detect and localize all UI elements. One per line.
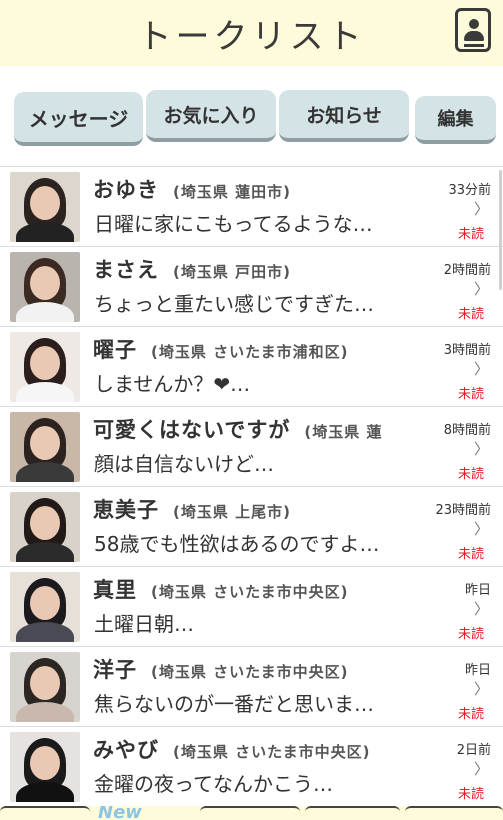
timestamp: 3時間前	[443, 343, 491, 358]
message-preview: 土曜日朝…	[94, 612, 194, 636]
contact-location: (埼玉県 上尾市)	[173, 503, 291, 521]
tab-bar: メッセージ お気に入り お知らせ 編集	[0, 66, 503, 166]
page-title: トークリスト	[137, 16, 366, 57]
unread-badge: 未読	[457, 467, 484, 482]
message-preview: 金曜の夜ってなんかこう…	[94, 772, 333, 796]
contact-name: まさえ (埼玉県 戸田市)	[93, 258, 291, 282]
message-preview: 日曜に家にこもってるような…	[94, 212, 373, 236]
header: トークリスト	[0, 0, 503, 66]
timestamp: 8時間前	[443, 423, 491, 438]
contact-name: みやび (埼玉県 さいたま市中央区)	[93, 738, 371, 762]
contact-name: 可愛くはないですが (埼玉県 蓮	[93, 418, 383, 442]
chevron-right-icon: 〉	[473, 360, 489, 378]
chevron-right-icon: 〉	[473, 680, 489, 698]
unread-badge: 未読	[457, 547, 484, 562]
nav-item-home[interactable]	[0, 806, 90, 820]
avatar	[10, 492, 80, 562]
conversation-list[interactable]: おゆき (埼玉県 蓮田市) 日曜に家にこもってるような… 33分前 〉 未読 まさ…	[0, 166, 503, 806]
chevron-right-icon: 〉	[473, 760, 489, 778]
contact-location: (埼玉県 戸田市)	[173, 263, 291, 281]
timestamp: 2日前	[456, 743, 491, 758]
nav-new-label[interactable]: New	[98, 806, 142, 820]
avatar	[10, 652, 80, 722]
contact-name: 洋子 (埼玉県 さいたま市中央区)	[93, 658, 349, 682]
contact-location: (埼玉県 蓮田市)	[173, 183, 291, 201]
timestamp: 昨日	[464, 583, 491, 598]
list-item[interactable]: おゆき (埼玉県 蓮田市) 日曜に家にこもってるような… 33分前 〉 未読	[0, 167, 503, 247]
contact-name: おゆき (埼玉県 蓮田市)	[93, 178, 291, 202]
timestamp: 2時間前	[443, 263, 491, 278]
nav-item-board[interactable]	[305, 806, 400, 820]
unread-badge: 未読	[457, 387, 484, 402]
timestamp: 23時間前	[435, 503, 491, 518]
contact-book-icon[interactable]	[455, 8, 491, 52]
tab-notices[interactable]: お知らせ	[279, 90, 409, 142]
unread-badge: 未読	[457, 227, 484, 242]
tab-favorites[interactable]: お気に入り	[146, 90, 276, 142]
unread-badge: 未読	[457, 787, 484, 802]
avatar	[10, 332, 80, 402]
list-item[interactable]: まさえ (埼玉県 戸田市) ちょっと重たい感じですぎた… 2時間前 〉 未読	[0, 247, 503, 327]
edit-button[interactable]: 編集	[415, 96, 496, 144]
contact-location: (埼玉県 さいたま市浦和区)	[151, 343, 349, 361]
contact-name: 恵美子 (埼玉県 上尾市)	[93, 498, 291, 522]
nav-item-mypage[interactable]	[405, 806, 503, 820]
timestamp: 33分前	[448, 183, 491, 198]
contact-location: (埼玉県 蓮	[304, 423, 383, 441]
bottom-nav: New	[0, 806, 503, 820]
message-preview: ちょっと重たい感じですぎた…	[94, 292, 374, 316]
list-item[interactable]: 曜子 (埼玉県 さいたま市浦和区) しませんか？❤… 3時間前 〉 未読	[0, 327, 503, 407]
list-item[interactable]: 真里 (埼玉県 さいたま市中央区) 土曜日朝… 昨日 〉 未読	[0, 567, 503, 647]
list-item[interactable]: 恵美子 (埼玉県 上尾市) 58歳でも性欲はあるのですよ… 23時間前 〉 未読	[0, 487, 503, 567]
contact-location: (埼玉県 さいたま市中央区)	[173, 743, 371, 761]
list-item[interactable]: 可愛くはないですが (埼玉県 蓮 顔は自信ないけど… 8時間前 〉 未読	[0, 407, 503, 487]
scrollbar[interactable]	[499, 170, 502, 290]
avatar	[10, 572, 80, 642]
list-item[interactable]: みやび (埼玉県 さいたま市中央区) 金曜の夜ってなんかこう… 2日前 〉 未読	[0, 727, 503, 806]
avatar	[10, 732, 80, 802]
chevron-right-icon: 〉	[473, 280, 489, 298]
nav-item-search[interactable]	[200, 806, 300, 820]
unread-badge: 未読	[457, 307, 484, 322]
unread-badge: 未読	[457, 707, 484, 722]
contact-name: 真里 (埼玉県 さいたま市中央区)	[93, 578, 349, 602]
avatar	[10, 252, 80, 322]
avatar	[10, 412, 80, 482]
message-preview: 58歳でも性欲はあるのですよ…	[94, 532, 380, 556]
unread-badge: 未読	[457, 627, 484, 642]
chevron-right-icon: 〉	[473, 520, 489, 538]
tab-messages[interactable]: メッセージ	[14, 92, 143, 146]
message-preview: 顔は自信ないけど…	[94, 452, 274, 476]
chevron-right-icon: 〉	[473, 440, 489, 458]
timestamp: 昨日	[464, 663, 491, 678]
chevron-right-icon: 〉	[473, 200, 489, 218]
message-preview: 焦らないのが一番だと思いま…	[94, 692, 374, 716]
avatar	[10, 172, 80, 242]
contact-location: (埼玉県 さいたま市中央区)	[151, 663, 349, 681]
contact-location: (埼玉県 さいたま市中央区)	[151, 583, 349, 601]
chevron-right-icon: 〉	[473, 600, 489, 618]
list-item[interactable]: 洋子 (埼玉県 さいたま市中央区) 焦らないのが一番だと思いま… 昨日 〉 未読	[0, 647, 503, 727]
message-preview: しませんか？❤…	[94, 372, 251, 396]
contact-name: 曜子 (埼玉県 さいたま市浦和区)	[93, 338, 349, 362]
